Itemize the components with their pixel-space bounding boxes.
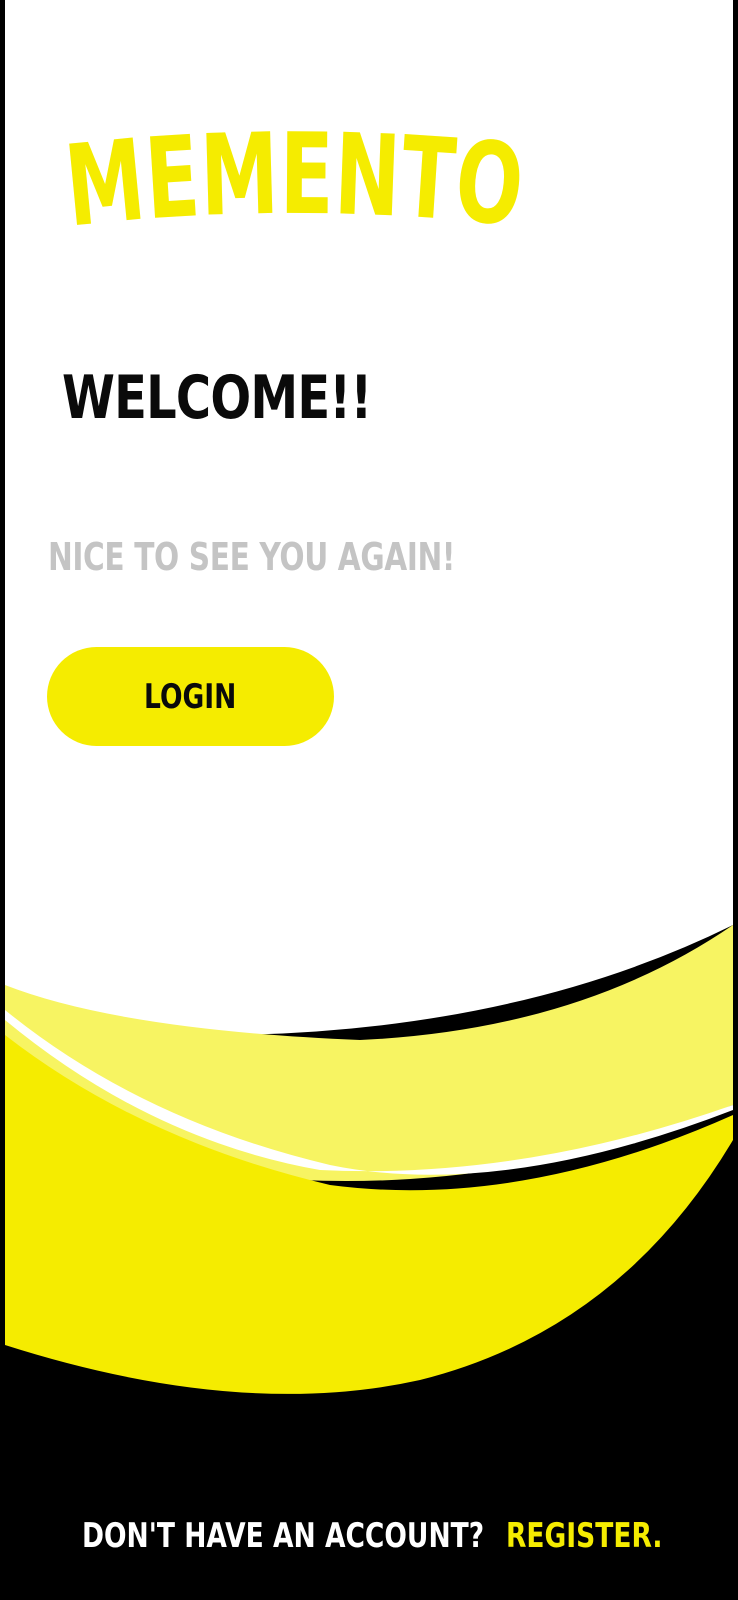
logo-text: MEMENTO	[62, 110, 529, 243]
svg-text:MEMENTO: MEMENTO	[62, 110, 529, 243]
register-link[interactable]: REGISTER.	[506, 1516, 662, 1556]
register-prompt: DON'T HAVE AN ACCOUNT? REGISTER.	[82, 1512, 662, 1560]
login-button[interactable]: LOGIN	[47, 647, 334, 746]
login-button-label: LOGIN	[144, 676, 237, 717]
welcome-subtitle: NICE TO SEE YOU AGAIN!	[48, 535, 456, 579]
welcome-title: WELCOME!!	[62, 363, 372, 433]
no-account-text: DON'T HAVE AN ACCOUNT?	[82, 1516, 485, 1556]
memento-logo: MEMENTO	[62, 110, 529, 243]
welcome-screen: MEMENTO WELCOME!! NICE TO SEE YOU AGAIN!…	[0, 0, 738, 1600]
